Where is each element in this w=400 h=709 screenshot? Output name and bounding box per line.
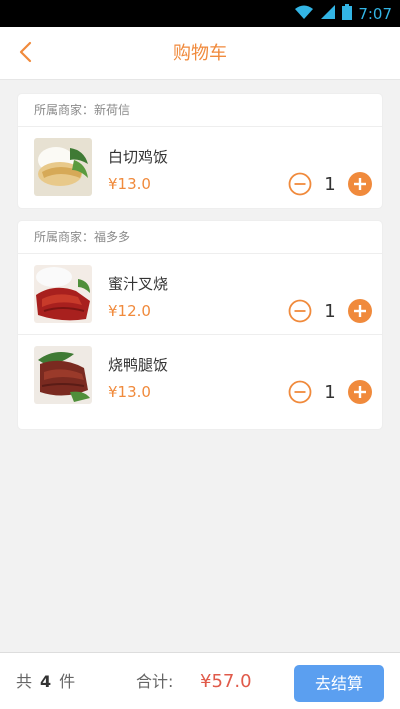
wifi-icon xyxy=(294,4,314,24)
minus-circle-icon[interactable] xyxy=(288,299,312,323)
count-prefix: 共 xyxy=(16,672,33,691)
quantity-stepper: 1 xyxy=(288,299,372,323)
shop-card: 所属商家：新荷信 白切鸡饭 ¥13.0 1 xyxy=(18,94,382,208)
item-count: 共4件 xyxy=(16,653,75,709)
total-label: 合计: xyxy=(136,672,174,691)
checkout-bar: 共4件 合计: ¥57.0 去结算 xyxy=(0,652,400,709)
quantity-value: 1 xyxy=(324,173,336,195)
cart-item: 白切鸡饭 ¥13.0 1 xyxy=(18,127,382,208)
item-name: 白切鸡饭 xyxy=(108,148,169,166)
quantity-stepper: 1 xyxy=(288,172,372,196)
checkout-button[interactable]: 去结算 xyxy=(294,665,384,702)
status-bar: 7:07 xyxy=(0,0,400,27)
plus-circle-icon[interactable] xyxy=(348,172,372,196)
cart-item: 蜜汁叉烧 ¥12.0 1 xyxy=(18,254,382,335)
page-title: 购物车 xyxy=(173,43,227,64)
item-name: 蜜汁叉烧 xyxy=(108,275,169,293)
item-price: ¥13.0 xyxy=(108,383,151,401)
shop-card: 所属商家：福多多 蜜汁叉烧 ¥12.0 1 烧鸭腿饭 ¥13.0 1 xyxy=(18,221,382,429)
item-price: ¥12.0 xyxy=(108,302,151,320)
merchant-label: 所属商家：福多多 xyxy=(18,221,382,254)
item-price: ¥13.0 xyxy=(108,175,151,193)
merchant-label: 所属商家：新荷信 xyxy=(18,94,382,127)
total-value: ¥57.0 xyxy=(200,671,252,692)
roast-duck-rice-photo[interactable] xyxy=(34,346,92,404)
chevron-left-icon xyxy=(18,41,32,67)
char-siu-photo[interactable] xyxy=(34,265,92,323)
quantity-value: 1 xyxy=(324,381,336,403)
plus-circle-icon[interactable] xyxy=(348,299,372,323)
cart-item: 烧鸭腿饭 ¥13.0 1 xyxy=(18,335,382,416)
status-time: 7:07 xyxy=(358,4,392,23)
back-button[interactable] xyxy=(10,39,40,69)
chicken-rice-photo[interactable] xyxy=(34,138,92,196)
plus-circle-icon[interactable] xyxy=(348,380,372,404)
item-name: 烧鸭腿饭 xyxy=(108,356,169,374)
quantity-value: 1 xyxy=(324,300,336,322)
battery-icon xyxy=(342,3,353,24)
minus-circle-icon[interactable] xyxy=(288,380,312,404)
signal-icon xyxy=(320,4,336,24)
count-suffix: 件 xyxy=(59,672,76,691)
minus-circle-icon[interactable] xyxy=(288,172,312,196)
app-header: 购物车 xyxy=(0,27,400,80)
quantity-stepper: 1 xyxy=(288,380,372,404)
count-value: 4 xyxy=(40,672,52,691)
